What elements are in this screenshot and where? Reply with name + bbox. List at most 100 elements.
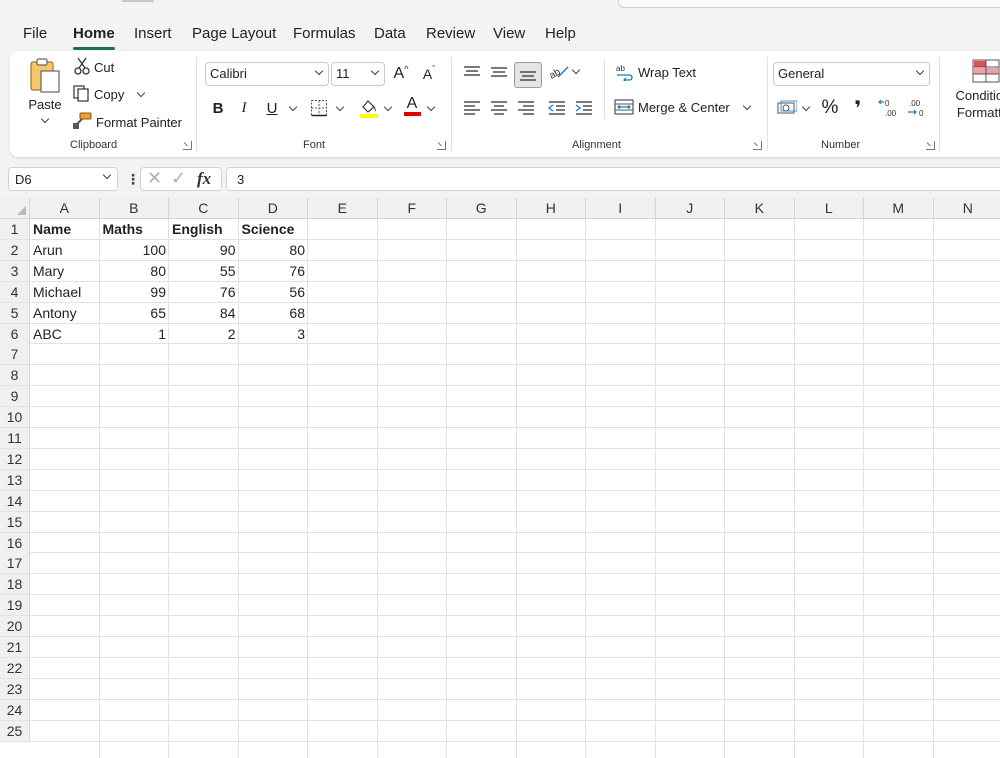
- font-color-button[interactable]: A: [400, 94, 424, 118]
- tab-formulas[interactable]: Formulas: [293, 25, 356, 42]
- cut-button[interactable]: Cut: [74, 57, 114, 78]
- row-header-7[interactable]: 7: [0, 344, 30, 365]
- row-header-1[interactable]: 1: [0, 219, 30, 240]
- column-header-m[interactable]: M: [864, 198, 934, 219]
- bold-button[interactable]: B: [206, 96, 230, 120]
- copy-button[interactable]: Copy: [72, 84, 144, 105]
- cell-d5[interactable]: 68: [239, 303, 309, 324]
- paste-button[interactable]: Paste: [24, 57, 66, 122]
- row-header-8[interactable]: 8: [0, 365, 30, 386]
- merge-chevron-icon[interactable]: [743, 101, 751, 109]
- align-left-button[interactable]: [460, 96, 484, 120]
- row-header-18[interactable]: 18: [0, 574, 30, 595]
- row-header-23[interactable]: 23: [0, 679, 30, 700]
- copy-chevron-icon[interactable]: [137, 89, 145, 97]
- number-launcher-icon[interactable]: [926, 141, 935, 150]
- wrap-text-button[interactable]: ab Wrap Text: [616, 63, 696, 81]
- cell-c5[interactable]: 84: [169, 303, 239, 324]
- fill-color-button[interactable]: [357, 96, 381, 120]
- font-launcher-icon[interactable]: [437, 141, 446, 150]
- column-header-k[interactable]: K: [725, 198, 795, 219]
- cell-a6[interactable]: ABC: [30, 324, 100, 345]
- orientation-button[interactable]: ab: [547, 60, 571, 84]
- column-header-h[interactable]: H: [517, 198, 587, 219]
- tab-file[interactable]: File: [23, 25, 47, 42]
- cell-a1[interactable]: Name: [30, 219, 100, 240]
- increase-indent-button[interactable]: [572, 96, 596, 120]
- row-header-25[interactable]: 25: [0, 721, 30, 742]
- row-header-24[interactable]: 24: [0, 700, 30, 721]
- row-header-19[interactable]: 19: [0, 595, 30, 616]
- cell-b1[interactable]: Maths: [100, 219, 170, 240]
- grow-font-button[interactable]: A^: [389, 62, 413, 86]
- row-header-15[interactable]: 15: [0, 512, 30, 533]
- column-header-a[interactable]: A: [30, 198, 100, 219]
- cancel-icon[interactable]: ✕: [147, 168, 162, 189]
- number-format-dropdown[interactable]: General: [773, 62, 930, 86]
- more-options-icon[interactable]: ⋮: [126, 171, 140, 188]
- cell-d6[interactable]: 3: [239, 324, 309, 345]
- underline-button[interactable]: U: [260, 96, 284, 120]
- row-header-11[interactable]: 11: [0, 428, 30, 449]
- shrink-font-button[interactable]: Aˇ: [417, 62, 441, 86]
- row-header-4[interactable]: 4: [0, 282, 30, 303]
- underline-chevron-icon[interactable]: [289, 103, 297, 111]
- comma-style-button[interactable]: ❜: [846, 96, 870, 120]
- orientation-chevron-icon[interactable]: [572, 66, 580, 74]
- row-header-3[interactable]: 3: [0, 261, 30, 282]
- cell-c2[interactable]: 90: [169, 240, 239, 261]
- name-box[interactable]: D6: [8, 167, 118, 191]
- cell-c3[interactable]: 55: [169, 261, 239, 282]
- conditional-formatting-button[interactable]: Conditional Formatting: [948, 59, 1000, 121]
- align-middle-button[interactable]: [487, 60, 511, 84]
- search-box-edge[interactable]: [618, 0, 1000, 8]
- align-right-button[interactable]: [514, 96, 538, 120]
- select-all-corner[interactable]: [0, 198, 30, 219]
- paste-chevron-icon[interactable]: [41, 115, 49, 123]
- cell-c6[interactable]: 2: [169, 324, 239, 345]
- cell-c4[interactable]: 76: [169, 282, 239, 303]
- row-header-16[interactable]: 16: [0, 533, 30, 554]
- borders-button[interactable]: [307, 96, 331, 120]
- accounting-chevron-icon[interactable]: [802, 103, 810, 111]
- cell-b2[interactable]: 100: [100, 240, 170, 261]
- accounting-format-button[interactable]: [775, 96, 799, 120]
- tab-data[interactable]: Data: [374, 25, 406, 42]
- row-header-12[interactable]: 12: [0, 449, 30, 470]
- enter-check-icon[interactable]: ✓: [171, 168, 186, 189]
- column-header-j[interactable]: J: [656, 198, 726, 219]
- column-header-i[interactable]: I: [586, 198, 656, 219]
- row-header-22[interactable]: 22: [0, 658, 30, 679]
- column-header-g[interactable]: G: [447, 198, 517, 219]
- percent-style-button[interactable]: %: [818, 96, 842, 120]
- font-color-chevron-icon[interactable]: [427, 103, 435, 111]
- row-header-13[interactable]: 13: [0, 470, 30, 491]
- row-header-10[interactable]: 10: [0, 407, 30, 428]
- clipboard-launcher-icon[interactable]: [183, 141, 192, 150]
- row-header-5[interactable]: 5: [0, 303, 30, 324]
- tab-view[interactable]: View: [493, 25, 525, 42]
- tab-review[interactable]: Review: [426, 25, 475, 42]
- cell-d1[interactable]: Science: [239, 219, 309, 240]
- column-header-e[interactable]: E: [308, 198, 378, 219]
- alignment-launcher-icon[interactable]: [753, 141, 762, 150]
- font-size-dropdown[interactable]: 11: [331, 62, 385, 86]
- row-header-21[interactable]: 21: [0, 637, 30, 658]
- cell-b6[interactable]: 1: [100, 324, 170, 345]
- row-header-14[interactable]: 14: [0, 491, 30, 512]
- column-header-d[interactable]: D: [239, 198, 309, 219]
- row-header-2[interactable]: 2: [0, 240, 30, 261]
- column-header-n[interactable]: N: [934, 198, 1000, 219]
- cell-d4[interactable]: 56: [239, 282, 309, 303]
- cell-a3[interactable]: Mary: [30, 261, 100, 282]
- row-header-9[interactable]: 9: [0, 386, 30, 407]
- tab-page-layout[interactable]: Page Layout: [192, 25, 276, 42]
- align-center-button[interactable]: [487, 96, 511, 120]
- cell-d3[interactable]: 76: [239, 261, 309, 282]
- align-bottom-button[interactable]: [514, 62, 542, 88]
- cell-a2[interactable]: Arun: [30, 240, 100, 261]
- worksheet-grid[interactable]: ABCDEFGHIJKLMN12345678910111213141516171…: [0, 198, 1000, 758]
- cell-d2[interactable]: 80: [239, 240, 309, 261]
- decrease-decimal-button[interactable]: .000: [905, 96, 929, 120]
- column-header-c[interactable]: C: [169, 198, 239, 219]
